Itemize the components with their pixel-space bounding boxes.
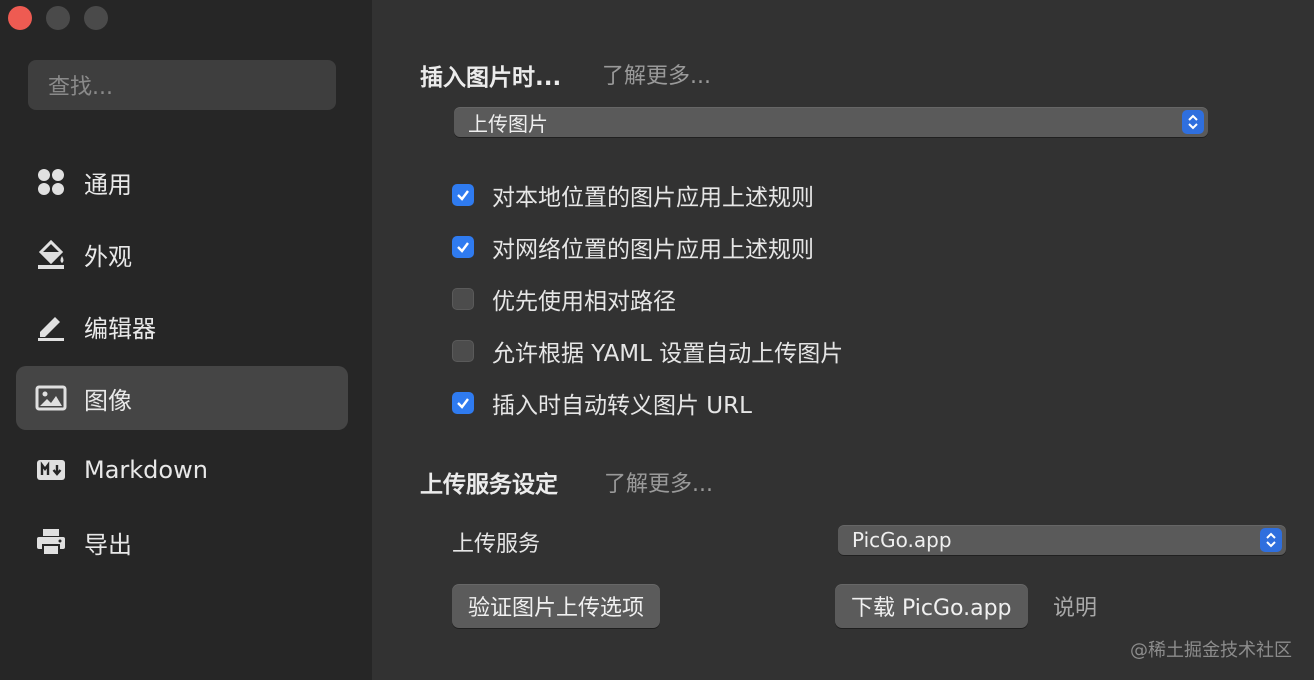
sidebar-item-export[interactable]: 导出 — [16, 510, 348, 574]
sidebar-item-image[interactable]: 图像 — [16, 366, 348, 430]
checkbox-checked[interactable] — [452, 184, 474, 206]
insert-action-value: 上传图片 — [468, 111, 548, 136]
sidebar-item-general[interactable]: 通用 — [16, 150, 348, 214]
sidebar-item-label: 外观 — [84, 242, 132, 271]
pencil-icon — [34, 309, 68, 343]
download-picgo-button[interactable]: 下载 PicGo.app — [835, 584, 1028, 628]
option-yaml-upload[interactable]: 允许根据 YAML 设置自动上传图片 — [452, 334, 843, 368]
option-label: 对本地位置的图片应用上述规则 — [492, 185, 814, 211]
option-label: 允许根据 YAML 设置自动上传图片 — [492, 341, 844, 367]
printer-icon — [34, 525, 68, 559]
sidebar-item-label: Markdown — [84, 456, 208, 484]
sidebar-nav: 通用 外观 编辑器 图像 Markdown 导出 — [16, 150, 348, 582]
sidebar-item-appearance[interactable]: 外观 — [16, 222, 348, 286]
sidebar-item-markdown[interactable]: Markdown — [16, 438, 348, 502]
minimize-window-button[interactable] — [46, 6, 70, 30]
verify-upload-button[interactable]: 验证图片上传选项 — [452, 584, 661, 628]
close-window-button[interactable] — [8, 6, 32, 30]
checkmark-icon — [457, 242, 469, 253]
insert-learn-more-link[interactable]: 了解更多... — [602, 58, 711, 90]
window-controls — [8, 6, 108, 30]
option-escape-url[interactable]: 插入时自动转义图片 URL — [452, 386, 752, 420]
option-local-images[interactable]: 对本地位置的图片应用上述规则 — [452, 178, 814, 212]
upload-learn-more-link[interactable]: 了解更多... — [604, 466, 713, 498]
upload-service-select[interactable]: PicGo.app — [838, 525, 1286, 555]
checkmark-icon — [457, 190, 469, 201]
option-label: 插入时自动转义图片 URL — [492, 393, 752, 419]
chevron-up-down-icon — [1182, 110, 1204, 134]
search-input[interactable]: 查找... — [28, 60, 336, 110]
settings-pane: 插入图片时... 了解更多... 上传图片 对本地位置的图片应用上述规则 对网络… — [372, 0, 1314, 680]
sidebar: 查找... 通用 外观 编辑器 图像 Markdown 导出 — [0, 0, 372, 680]
checkbox-unchecked[interactable] — [452, 340, 474, 362]
watermark: @稀土掘金技术社区 — [1130, 640, 1292, 661]
zoom-window-button[interactable] — [84, 6, 108, 30]
paint-bucket-icon — [34, 237, 68, 271]
help-link[interactable]: 说明 — [1053, 590, 1097, 622]
sidebar-item-label: 图像 — [84, 386, 132, 415]
checkbox-unchecked[interactable] — [452, 288, 474, 310]
option-label: 优先使用相对路径 — [492, 289, 676, 315]
search-placeholder: 查找... — [48, 75, 113, 100]
upload-service-label: 上传服务 — [452, 532, 541, 557]
sidebar-item-label: 通用 — [84, 170, 132, 199]
grid-icon — [34, 165, 68, 199]
markdown-icon — [34, 453, 68, 487]
sidebar-item-label: 编辑器 — [84, 314, 156, 343]
sidebar-item-editor[interactable]: 编辑器 — [16, 294, 348, 358]
insert-section-title: 插入图片时... — [420, 65, 562, 91]
sidebar-item-label: 导出 — [84, 530, 132, 559]
option-label: 对网络位置的图片应用上述规则 — [492, 237, 814, 263]
insert-action-select[interactable]: 上传图片 — [454, 107, 1208, 137]
checkbox-checked[interactable] — [452, 392, 474, 414]
chevron-up-down-icon — [1260, 528, 1282, 552]
option-network-images[interactable]: 对网络位置的图片应用上述规则 — [452, 230, 814, 264]
checkbox-checked[interactable] — [452, 236, 474, 258]
checkmark-icon — [457, 398, 469, 409]
option-relative-path[interactable]: 优先使用相对路径 — [452, 282, 676, 316]
image-icon — [34, 381, 68, 415]
upload-service-value: PicGo.app — [852, 528, 952, 552]
upload-section-title: 上传服务设定 — [420, 472, 558, 498]
